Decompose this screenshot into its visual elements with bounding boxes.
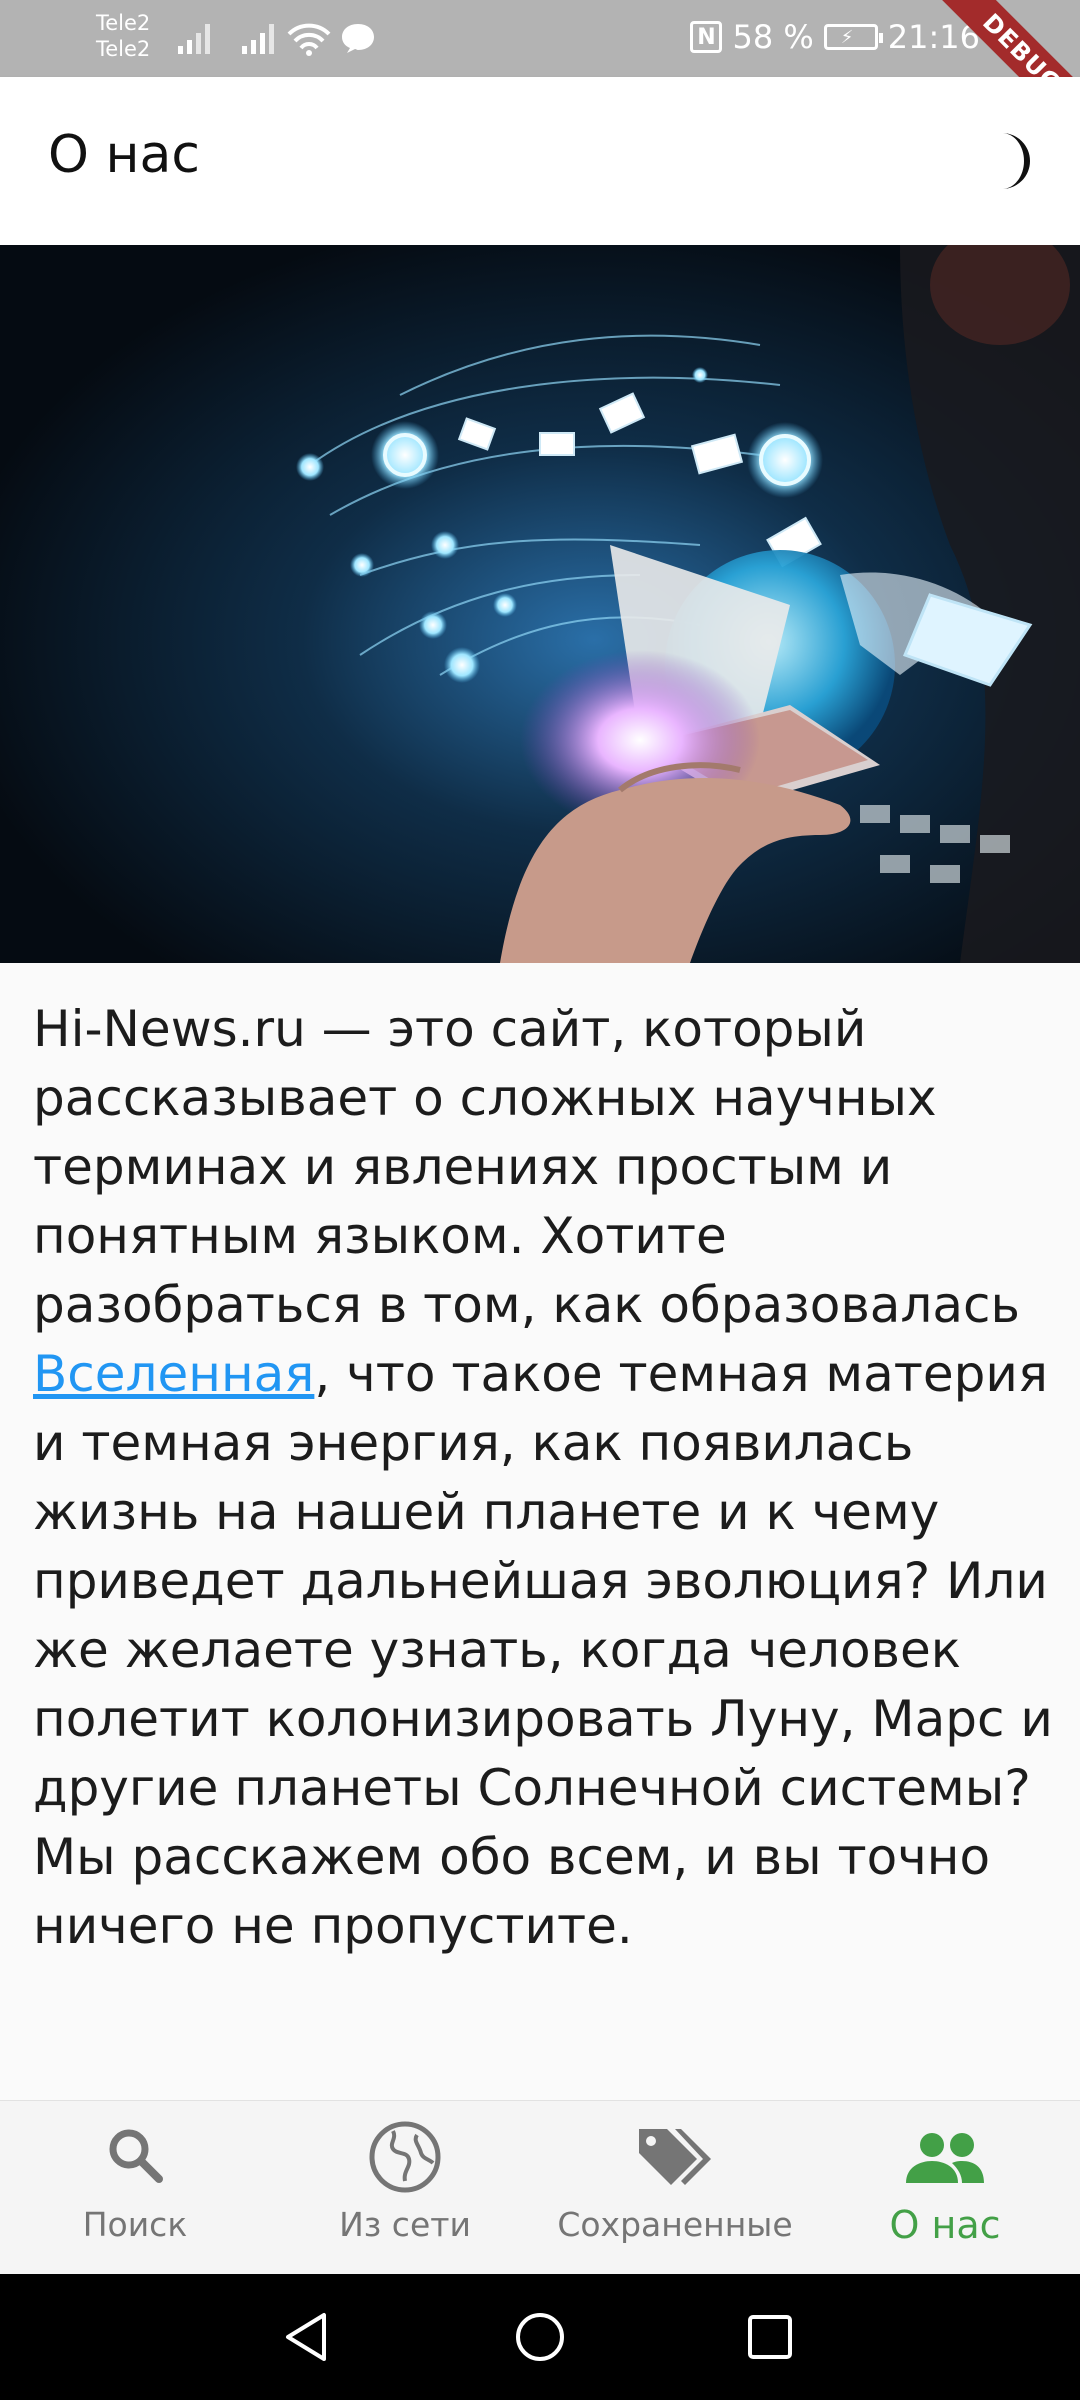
message-icon [342, 24, 374, 53]
recents-square-icon[interactable] [742, 2309, 798, 2365]
moon-icon[interactable] [976, 129, 1040, 193]
about-text-part-2: , что такое темная материя и темная энер… [33, 1345, 1053, 1955]
about-text: Hi-News.ru — это сайт, который рассказыв… [33, 995, 1053, 1961]
battery-percent: 58 % [732, 18, 814, 56]
status-bar: Tele2 Tele2 N 58 % ⚡ 21:16 DEBUG [0, 0, 1080, 140]
nav-label-about: О нас [889, 2203, 1001, 2247]
carrier-1: Tele2 [96, 11, 151, 35]
nav-item-about[interactable]: О нас [810, 2101, 1080, 2275]
nav-item-search[interactable]: Поиск [0, 2101, 270, 2275]
universe-link[interactable]: Вселенная [33, 1345, 314, 1403]
page-title: О нас [48, 125, 200, 185]
people-icon [906, 2133, 984, 2183]
globe-icon [369, 2121, 441, 2193]
nav-label-search: Поиск [82, 2205, 188, 2244]
app-bar: О нас [0, 77, 1080, 245]
status-right: N 58 % ⚡ 21:16 [690, 18, 980, 56]
hero-image [0, 245, 1080, 963]
search-icon [109, 2129, 163, 2183]
carrier-2: Tele2 [96, 37, 151, 61]
nfc-icon: N [690, 21, 723, 53]
back-triangle-icon[interactable] [280, 2309, 336, 2365]
nav-item-web[interactable]: Из сети [270, 2101, 540, 2275]
signal-2-icon [242, 24, 274, 54]
tags-icon [639, 2129, 711, 2185]
nav-label-web: Из сети [339, 2205, 471, 2244]
wifi-icon [287, 23, 331, 56]
nav-item-saved[interactable]: Сохраненные [540, 2101, 810, 2275]
about-text-part-1: Hi-News.ru — это сайт, который рассказыв… [33, 1000, 1020, 1334]
bottom-navigation: Поиск Из сети Сохраненные О нас [0, 2100, 1080, 2274]
carrier-labels: Tele2 Tele2 [96, 10, 150, 62]
signal-1-icon [178, 24, 210, 54]
clock: 21:16 [887, 18, 980, 56]
nav-label-saved: Сохраненные [557, 2205, 793, 2244]
battery-icon: ⚡ [823, 24, 883, 50]
home-circle-icon[interactable] [512, 2309, 568, 2365]
system-navigation-bar [0, 2274, 1080, 2400]
technology-network-hand-image [0, 245, 1080, 963]
